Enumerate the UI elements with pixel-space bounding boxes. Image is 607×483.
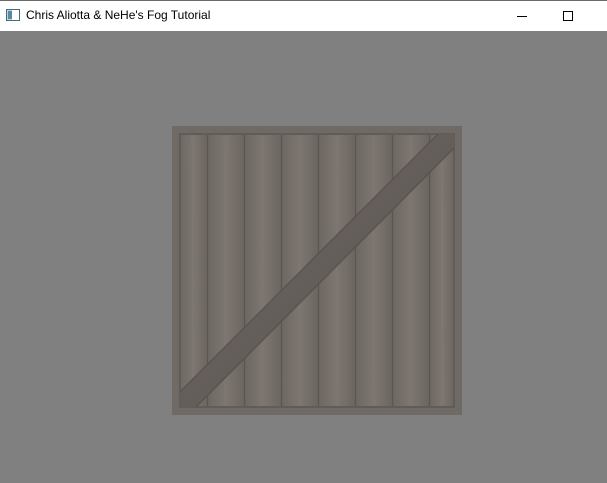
wooden-crate (172, 126, 462, 415)
title-bar[interactable]: Chris Aliotta & NeHe's Fog Tutorial (0, 0, 607, 31)
opengl-viewport (0, 31, 607, 483)
window-app-icon[interactable] (6, 9, 20, 21)
app-window: Chris Aliotta & NeHe's Fog Tutorial (0, 0, 607, 483)
minimize-button[interactable] (499, 1, 545, 31)
maximize-icon (563, 11, 573, 21)
minimize-icon (517, 15, 527, 17)
window-title: Chris Aliotta & NeHe's Fog Tutorial (26, 8, 211, 22)
maximize-button[interactable] (545, 1, 591, 31)
